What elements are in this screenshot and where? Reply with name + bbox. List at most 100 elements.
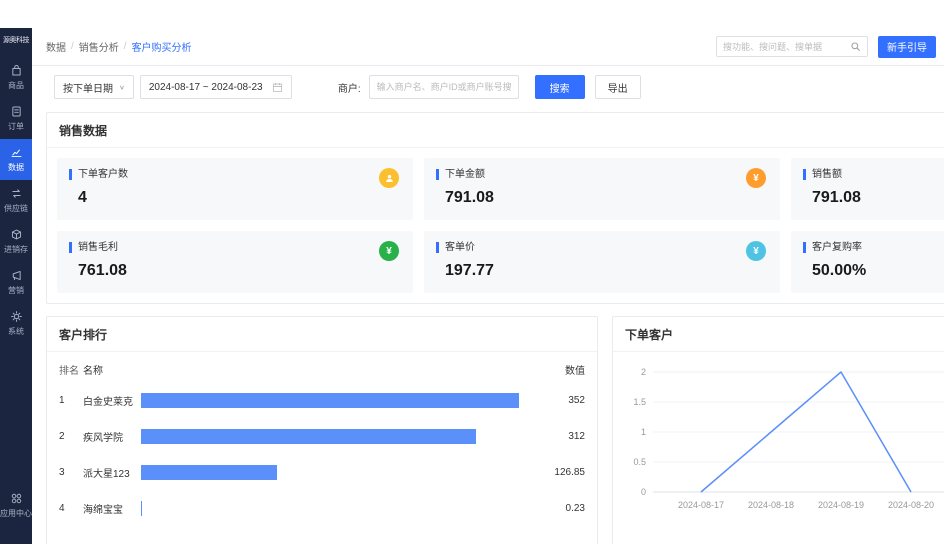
value-cell: 352 xyxy=(529,395,585,406)
sidebar-item-label: 商品 xyxy=(8,80,24,91)
stat-value: 197.77 xyxy=(445,262,768,280)
sidebar-item-label: 数据 xyxy=(8,162,24,173)
stat-value: 4 xyxy=(78,189,401,207)
bar-cell xyxy=(141,465,529,480)
content: 销售数据 下单客户数4下单金额791.08¥销售额791.08¥销售毛利761.… xyxy=(32,108,944,544)
svg-text:2024-08-19: 2024-08-19 xyxy=(818,500,864,510)
sidebar-item-supply[interactable]: 供应链 xyxy=(0,180,32,221)
sales-data-card: 销售数据 下单客户数4下单金额791.08¥销售额791.08¥销售毛利761.… xyxy=(46,112,944,304)
main-area: 数据 / 销售分析 / 客户购买分析 新手引导 按下单日期 ∨ xyxy=(32,28,944,544)
rank-cell: 1 xyxy=(59,395,83,406)
value-cell: 126.85 xyxy=(529,467,585,478)
stat-value: 761.08 xyxy=(78,262,401,280)
stat-value: 791.08 xyxy=(812,189,944,207)
stat-label: 下单客户数 xyxy=(69,169,401,180)
sidebar-item-inventory[interactable]: 进销存 xyxy=(0,221,32,262)
brand-logo: 源奥科技 xyxy=(2,28,30,49)
ranking-rows: 1白金史莱克3522疾风学院3123派大星123126.854海绵宝宝0.23 xyxy=(59,382,585,526)
sidebar-item-data[interactable]: 数据 xyxy=(0,139,32,180)
stat-label: 销售毛利 xyxy=(69,242,401,253)
col-header-name: 名称 xyxy=(83,362,141,377)
bar-cell xyxy=(141,501,529,516)
ranking-bar xyxy=(141,429,476,444)
sidebar-item-label: 应用中心 xyxy=(0,508,32,519)
customer-ranking-title: 客户排行 xyxy=(47,317,597,352)
sidebar-item-app-center[interactable]: 应用中心 xyxy=(0,485,32,526)
col-header-rank: 排名 xyxy=(59,362,83,377)
stat-tile-profit: 销售毛利 761.08¥ xyxy=(57,231,413,293)
stat-label: 客户复购率 xyxy=(803,242,944,253)
date-range-value: 2024-08-17 ~ 2024-08-23 xyxy=(149,82,263,93)
stat-label: 销售额 xyxy=(803,169,944,180)
date-range-input[interactable]: 2024-08-17 ~ 2024-08-23 xyxy=(140,75,292,99)
sidebar-item-marketing[interactable]: 营销 xyxy=(0,262,32,303)
sidebar-item-label: 进销存 xyxy=(4,244,28,255)
value-cell: 0.23 xyxy=(529,503,585,514)
value-cell: 312 xyxy=(529,431,585,442)
ranking-row: 4海绵宝宝0.23 xyxy=(59,490,585,526)
chart-area: 00.511.522024-08-172024-08-182024-08-192… xyxy=(613,352,944,531)
date-type-label: 按下单日期 xyxy=(63,80,113,95)
ranking-bar xyxy=(141,393,519,408)
ranking-bar xyxy=(141,501,142,516)
app-root: 源奥科技 商品订单数据供应链进销存营销系统 应用中心 数据 / 销售分析 / 客… xyxy=(0,28,944,544)
window-top-margin xyxy=(0,0,944,28)
sales-data-title: 销售数据 xyxy=(47,113,944,148)
sidebar-item-label: 营销 xyxy=(8,285,24,296)
price-icon: ¥ xyxy=(746,241,766,261)
global-search-input[interactable] xyxy=(723,42,850,52)
name-cell: 派大星123 xyxy=(83,465,141,480)
topbar-right: 新手引导 xyxy=(716,36,936,58)
guide-button[interactable]: 新手引导 xyxy=(878,36,936,58)
merchant-input[interactable] xyxy=(369,75,519,99)
sidebar-item-orders[interactable]: 订单 xyxy=(0,98,32,139)
breadcrumb-sales-analysis[interactable]: 销售分析 xyxy=(79,39,119,54)
goods-icon xyxy=(10,64,23,77)
sidebar-item-system[interactable]: 系统 xyxy=(0,303,32,344)
svg-text:1.5: 1.5 xyxy=(633,397,646,407)
stat-tile-customers: 下单客户数 4 xyxy=(57,158,413,220)
ranking-row: 2疾风学院312 xyxy=(59,418,585,454)
merchant-label: 商户: xyxy=(338,80,361,95)
inventory-icon xyxy=(10,228,23,241)
search-button[interactable]: 搜索 xyxy=(535,75,585,99)
calendar-icon xyxy=(272,82,283,93)
rank-cell: 4 xyxy=(59,503,83,514)
col-header-value: 数值 xyxy=(529,362,585,377)
sidebar-footer: 应用中心 xyxy=(0,485,32,526)
name-cell: 白金史莱克 xyxy=(83,393,141,408)
svg-text:0: 0 xyxy=(641,487,646,497)
svg-text:2024-08-20: 2024-08-20 xyxy=(888,500,934,510)
stat-value: 50.00% xyxy=(812,262,944,280)
chevron-down-icon: ∨ xyxy=(119,83,125,90)
date-type-select[interactable]: 按下单日期 ∨ xyxy=(54,75,134,99)
system-icon xyxy=(10,310,23,323)
ranking-table-header: 排名 名称 数值 xyxy=(59,356,585,382)
stat-label: 客单价 xyxy=(436,242,768,253)
order-customers-chart-card: 下单客户 00.511.522024-08-172024-08-182024-0… xyxy=(612,316,944,544)
profit-icon: ¥ xyxy=(379,241,399,261)
apps-icon xyxy=(10,492,23,505)
svg-text:2024-08-18: 2024-08-18 xyxy=(748,500,794,510)
sidebar-item-label: 订单 xyxy=(8,121,24,132)
sidebar-item-label: 系统 xyxy=(8,326,24,337)
stat-tile-amount: 下单金额791.08¥ xyxy=(424,158,780,220)
orders-icon xyxy=(10,105,23,118)
breadcrumb-separator: / xyxy=(124,41,127,52)
ranking-bar xyxy=(141,465,277,480)
search-icon xyxy=(850,41,861,52)
breadcrumb: 数据 / 销售分析 / 客户购买分析 xyxy=(46,39,192,54)
sidebar-item-goods[interactable]: 商品 xyxy=(0,57,32,98)
svg-text:2024-08-17: 2024-08-17 xyxy=(678,500,724,510)
name-cell: 疾风学院 xyxy=(83,429,141,444)
breadcrumb-current: 客户购买分析 xyxy=(132,39,192,54)
stat-label: 下单金额 xyxy=(436,169,768,180)
stat-tile-rate: 客户复购率50.00%% xyxy=(791,231,944,293)
bottom-row: 客户排行 排名 名称 数值 1白金史莱克3522疾风学院3123派大星12312… xyxy=(46,316,930,544)
breadcrumb-data[interactable]: 数据 xyxy=(46,39,66,54)
export-button[interactable]: 导出 xyxy=(595,75,641,99)
stats-grid: 下单客户数4下单金额791.08¥销售额791.08¥销售毛利761.08¥客单… xyxy=(47,148,944,303)
supply-icon xyxy=(10,187,23,200)
ranking-row: 1白金史莱克 352 xyxy=(59,382,585,418)
svg-text:2: 2 xyxy=(641,367,646,377)
